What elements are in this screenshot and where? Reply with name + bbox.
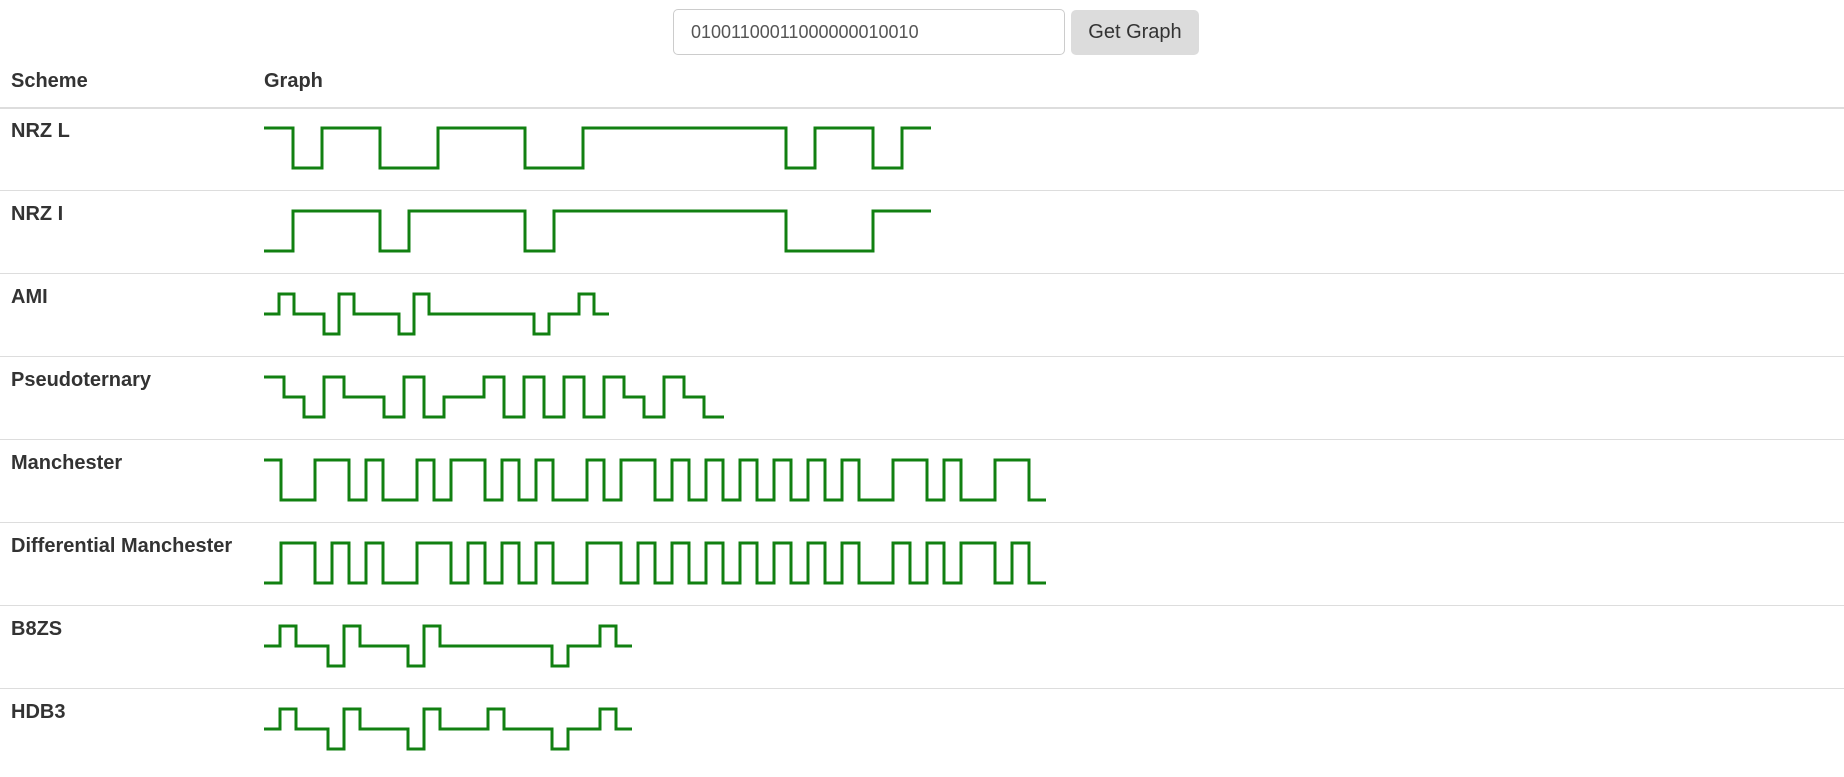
scheme-row-b8zs: B8ZS [0,605,1844,689]
graph-column-header: Graph [264,70,323,92]
scheme-row-differential-manchester: Differential Manchester [0,522,1844,606]
table-header: Scheme Graph [0,63,1844,109]
signal-graph-nrz-i [264,191,935,274]
waveform-svg [264,292,609,336]
signal-graph-ami [264,274,613,357]
scheme-row-pseudoternary: Pseudoternary [0,356,1844,440]
scheme-row-nrz-i: NRZ I [0,190,1844,274]
waveform-svg [264,458,1046,502]
scheme-name: HDB3 [11,701,66,723]
scheme-name: B8ZS [11,618,63,640]
scheme-row-manchester: Manchester [0,439,1844,523]
scheme-name: NRZ I [11,203,64,225]
signal-graph-differential-manchester [264,523,1050,606]
scheme-row-nrz-l: NRZ L [0,107,1844,191]
scheme-row-ami: AMI [0,273,1844,357]
waveform-line [264,209,931,253]
waveform-line [264,541,1046,585]
scheme-name: NRZ L [11,120,70,142]
waveform-svg [264,707,632,751]
waveform-line [264,624,632,668]
scheme-name: Pseudoternary [11,369,152,391]
waveform-line [264,126,931,170]
waveform-svg [264,126,931,170]
waveform-line [264,375,724,419]
waveform-svg [264,209,931,253]
scheme-name: Differential Manchester [11,535,233,557]
bitstring-form: Get Graph [673,9,1199,55]
signal-graph-manchester [264,440,1050,523]
scheme-name: Manchester [11,452,123,474]
waveform-svg [264,375,724,419]
waveform-line [264,292,609,336]
get-graph-button[interactable]: Get Graph [1071,9,1199,55]
waveform-svg [264,624,632,668]
scheme-row-hdb3: HDB3 [0,688,1844,772]
scheme-name: AMI [11,286,48,308]
waveform-svg [264,541,1046,585]
signal-graph-nrz-l [264,108,935,191]
waveform-line [264,458,1046,502]
signal-graph-hdb3 [264,689,636,772]
signal-graph-b8zs [264,606,636,689]
bitstring-input[interactable] [673,9,1065,55]
waveform-line [264,707,632,751]
signal-graph-pseudoternary [264,357,728,440]
scheme-column-header: Scheme [11,70,88,92]
